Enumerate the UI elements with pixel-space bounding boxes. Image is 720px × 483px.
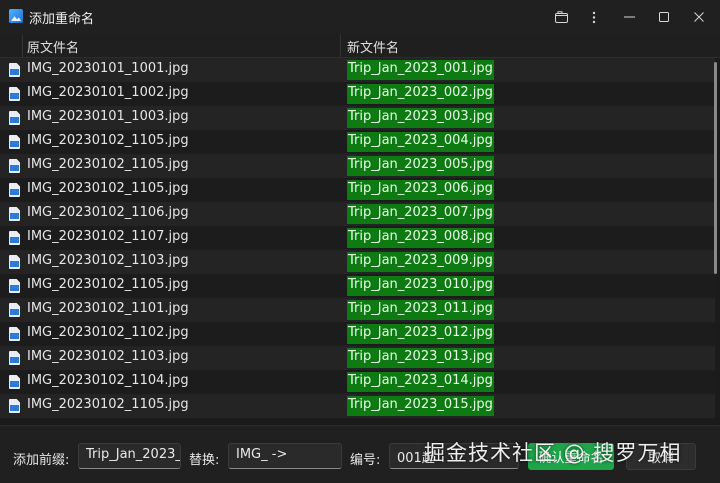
new-filename: Trip_Jan_2023_009.jpg (347, 252, 494, 272)
new-filename: Trip_Jan_2023_005.jpg (347, 156, 494, 176)
original-filename: IMG_20230102_1105.jpg (27, 157, 189, 172)
image-file-icon (9, 183, 20, 197)
original-filename: IMG_20230102_1104.jpg (27, 373, 189, 388)
original-filename: IMG_20230102_1103.jpg (27, 253, 189, 268)
image-file-icon (9, 303, 20, 317)
table-row[interactable]: IMG_20230102_1105.jpg Trip_Jan_2023_006.… (0, 178, 715, 202)
original-filename: IMG_20230101_1003.jpg (27, 109, 189, 124)
column-divider (22, 34, 23, 58)
original-filename: IMG_20230101_1002.jpg (27, 85, 189, 100)
more-icon[interactable] (577, 4, 611, 30)
replace-input[interactable]: IMG_ -> (228, 443, 342, 469)
original-filename: IMG_20230102_1105.jpg (27, 277, 189, 292)
new-filename: Trip_Jan_2023_004.jpg (347, 132, 494, 152)
close-icon[interactable] (682, 4, 716, 30)
table-row[interactable]: IMG_20230102_1101.jpg Trip_Jan_2023_011.… (0, 298, 715, 322)
new-filename: Trip_Jan_2023_003.jpg (347, 108, 494, 128)
image-file-icon (9, 279, 20, 293)
original-filename: IMG_20230102_1103.jpg (27, 349, 189, 364)
new-filename: Trip_Jan_2023_007.jpg (347, 204, 494, 224)
confirm-rename-button[interactable]: 确认重命名 (528, 443, 614, 470)
table-row[interactable]: IMG_20230101_1002.jpg Trip_Jan_2023_002.… (0, 82, 715, 106)
image-file-icon (9, 87, 20, 101)
image-file-icon (9, 207, 20, 221)
original-filename: IMG_20230102_1105.jpg (27, 181, 189, 196)
number-input[interactable]: 001起 (389, 443, 519, 469)
new-filename: Trip_Jan_2023_002.jpg (347, 84, 494, 104)
options-bar: 添加前缀: Trip_Jan_2023_ 替换: IMG_ -> 编号: 001… (0, 425, 720, 483)
folder-icon[interactable] (544, 4, 578, 30)
column-header-new[interactable]: 新文件名 (347, 37, 399, 56)
table-row[interactable]: IMG_20230102_1104.jpg Trip_Jan_2023_014.… (0, 370, 715, 394)
maximize-icon[interactable] (647, 4, 681, 30)
new-filename: Trip_Jan_2023_001.jpg (347, 60, 494, 80)
table-row[interactable]: IMG_20230102_1103.jpg Trip_Jan_2023_009.… (0, 250, 715, 274)
original-filename: IMG_20230102_1105.jpg (27, 397, 189, 412)
table-header: 原文件名 新文件名 (0, 34, 720, 58)
table-row[interactable]: IMG_20230102_1105.jpg Trip_Jan_2023_010.… (0, 274, 715, 298)
image-file-icon (9, 135, 20, 149)
title-bar: 添加重命名 (0, 0, 720, 34)
table-row[interactable]: IMG_20230101_1003.jpg Trip_Jan_2023_003.… (0, 106, 715, 130)
column-header-original[interactable]: 原文件名 (27, 37, 79, 56)
image-file-icon (9, 375, 20, 389)
original-filename: IMG_20230102_1105.jpg (27, 133, 189, 148)
original-filename: IMG_20230102_1101.jpg (27, 301, 189, 316)
table-row[interactable]: IMG_20230102_1105.jpg Trip_Jan_2023_004.… (0, 130, 715, 154)
original-filename: IMG_20230102_1107.jpg (27, 229, 189, 244)
new-filename: Trip_Jan_2023_013.jpg (347, 348, 494, 368)
original-filename: IMG_20230102_1102.jpg (27, 325, 189, 340)
cancel-button[interactable]: 取消 (626, 443, 696, 470)
image-file-icon (9, 399, 20, 413)
table-row[interactable]: IMG_20230102_1106.jpg Trip_Jan_2023_007.… (0, 202, 715, 226)
new-filename: Trip_Jan_2023_006.jpg (347, 180, 494, 200)
vertical-scrollbar[interactable] (714, 62, 717, 274)
image-file-icon (9, 231, 20, 245)
image-file-icon (9, 255, 20, 269)
image-file-icon (9, 159, 20, 173)
file-list[interactable]: IMG_20230101_1001.jpg Trip_Jan_2023_001.… (0, 58, 720, 421)
table-row[interactable]: IMG_20230102_1103.jpg Trip_Jan_2023_013.… (0, 346, 715, 370)
table-row[interactable]: IMG_20230102_1105.jpg Trip_Jan_2023_015.… (0, 394, 715, 418)
prefix-input[interactable]: Trip_Jan_2023_ (78, 443, 181, 469)
original-filename: IMG_20230102_1106.jpg (27, 205, 189, 220)
image-file-icon (9, 111, 20, 125)
new-filename: Trip_Jan_2023_008.jpg (347, 228, 494, 248)
table-row[interactable]: IMG_20230102_1102.jpg Trip_Jan_2023_012.… (0, 322, 715, 346)
minimize-icon[interactable] (612, 4, 646, 30)
replace-label: 替换: (189, 453, 220, 468)
number-label: 编号: (350, 453, 381, 468)
image-file-icon (9, 63, 20, 77)
prefix-label: 添加前缀: (13, 453, 70, 468)
original-filename: IMG_20230101_1001.jpg (27, 61, 189, 76)
window-title: 添加重命名 (29, 12, 95, 27)
new-filename: Trip_Jan_2023_014.jpg (347, 372, 494, 392)
image-file-icon (9, 327, 20, 341)
new-filename: Trip_Jan_2023_011.jpg (347, 300, 494, 320)
app-icon (9, 9, 23, 23)
new-filename: Trip_Jan_2023_015.jpg (347, 396, 494, 416)
image-file-icon (9, 351, 20, 365)
new-filename: Trip_Jan_2023_012.jpg (347, 324, 494, 344)
table-row[interactable]: IMG_20230102_1107.jpg Trip_Jan_2023_008.… (0, 226, 715, 250)
table-row[interactable]: IMG_20230101_1001.jpg Trip_Jan_2023_001.… (0, 58, 715, 82)
table-row[interactable]: IMG_20230102_1105.jpg Trip_Jan_2023_005.… (0, 154, 715, 178)
new-filename: Trip_Jan_2023_010.jpg (347, 276, 494, 296)
column-divider[interactable] (340, 34, 341, 58)
